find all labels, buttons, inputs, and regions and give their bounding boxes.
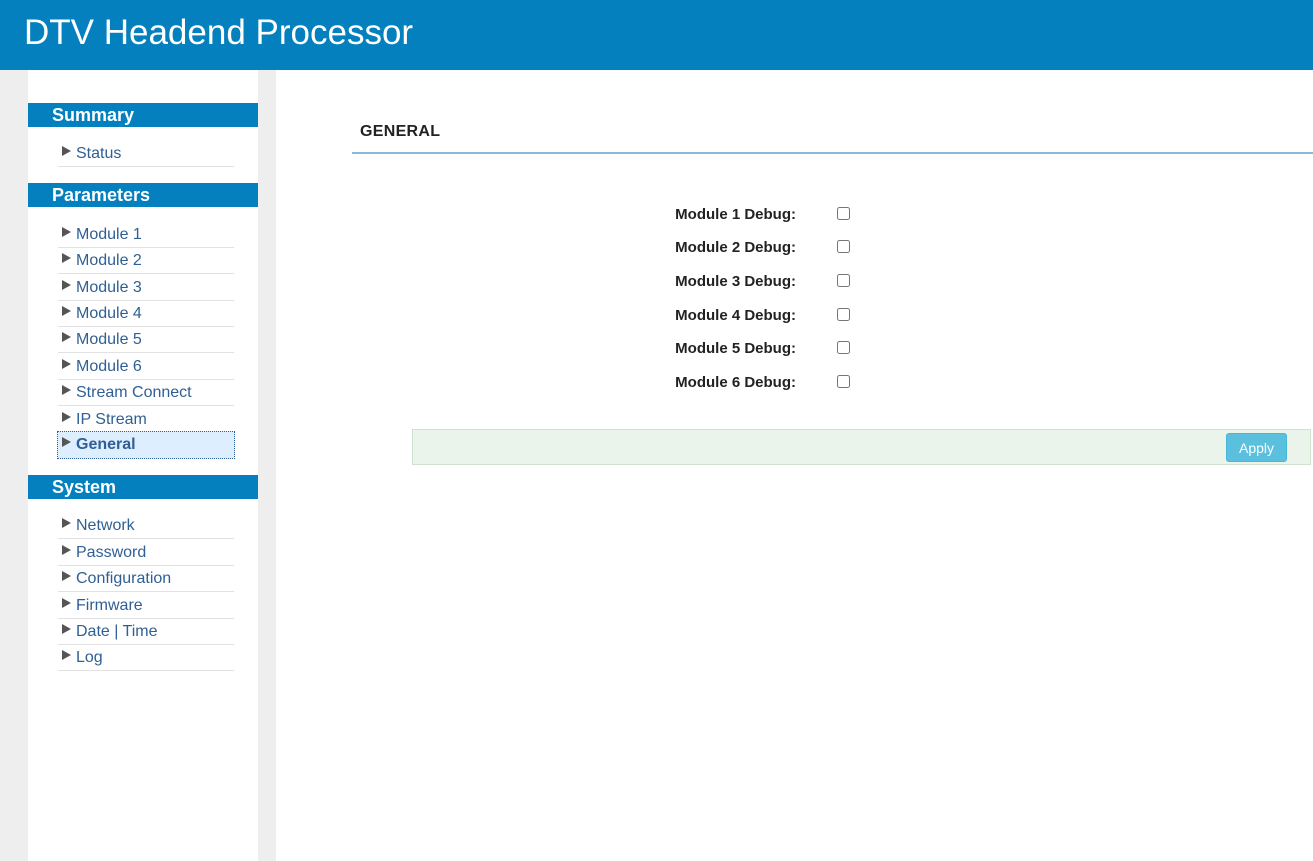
- debug-label: Module 1 Debug:: [675, 206, 796, 223]
- triangle-right-icon: [62, 306, 71, 316]
- triangle-right-icon: [62, 624, 71, 634]
- debug-row-module-5: Module 5 Debug:: [600, 338, 860, 358]
- left-gutter: [0, 70, 28, 861]
- sidebar-item-network[interactable]: Network: [58, 513, 234, 539]
- triangle-right-icon: [62, 650, 71, 660]
- sidebar-section-parameters: Parameters: [28, 183, 258, 207]
- sidebar-item-label: Module 4: [76, 305, 142, 322]
- triangle-right-icon: [62, 518, 71, 528]
- sidebar-item-label: Stream Connect: [76, 384, 192, 401]
- apply-button[interactable]: Apply: [1226, 433, 1287, 462]
- debug-label: Module 3 Debug:: [675, 273, 796, 290]
- sidebar-item-label: Module 6: [76, 358, 142, 375]
- debug-label: Module 5 Debug:: [675, 340, 796, 357]
- debug-row-module-6: Module 6 Debug:: [600, 372, 860, 392]
- sidebar-item-label: Password: [76, 544, 147, 561]
- triangle-right-icon: [62, 437, 71, 447]
- sidebar-item-label: Module 1: [76, 226, 142, 243]
- sidebar-item-module-1[interactable]: Module 1: [58, 222, 234, 248]
- module-3-debug-checkbox[interactable]: [837, 274, 850, 287]
- triangle-right-icon: [62, 571, 71, 581]
- sidebar-item-configuration[interactable]: Configuration: [58, 566, 234, 592]
- sidebar-item-log[interactable]: Log: [58, 645, 234, 671]
- sidebar-item-label: Status: [76, 145, 122, 162]
- module-2-debug-checkbox[interactable]: [837, 240, 850, 253]
- sidebar-item-module-6[interactable]: Module 6: [58, 354, 234, 380]
- sidebar-item-stream-connect[interactable]: Stream Connect: [58, 380, 234, 406]
- sidebar-item-module-3[interactable]: Module 3: [58, 275, 234, 301]
- triangle-right-icon: [62, 332, 71, 342]
- sidebar-item-firmware[interactable]: Firmware: [58, 593, 234, 619]
- module-1-debug-checkbox[interactable]: [837, 207, 850, 220]
- triangle-right-icon: [62, 146, 71, 156]
- sidebar-item-password[interactable]: Password: [58, 540, 234, 566]
- sidebar: Summary Status Parameters Module 1 Modul…: [28, 70, 258, 861]
- sidebar-item-label: Firmware: [76, 597, 143, 614]
- sidebar-item-module-2[interactable]: Module 2: [58, 248, 234, 274]
- triangle-right-icon: [62, 598, 71, 608]
- title-divider: [352, 152, 1313, 154]
- sidebar-item-ip-stream[interactable]: IP Stream: [58, 407, 234, 433]
- sidebar-item-label: Network: [76, 517, 135, 534]
- sidebar-section-system: System: [28, 475, 258, 499]
- sidebar-item-label: Module 2: [76, 252, 142, 269]
- sidebar-item-label: Date | Time: [76, 623, 158, 640]
- debug-row-module-1: Module 1 Debug:: [600, 204, 860, 224]
- triangle-right-icon: [62, 385, 71, 395]
- debug-label: Module 6 Debug:: [675, 374, 796, 391]
- module-6-debug-checkbox[interactable]: [837, 375, 850, 388]
- sidebar-item-module-5[interactable]: Module 5: [58, 327, 234, 353]
- action-bar: Apply: [412, 429, 1311, 465]
- sidebar-item-general[interactable]: General: [57, 431, 235, 459]
- debug-row-module-2: Module 2 Debug:: [600, 237, 860, 257]
- sidebar-item-status[interactable]: Status: [58, 141, 234, 167]
- sidebar-item-label: Module 5: [76, 331, 142, 348]
- debug-row-module-3: Module 3 Debug:: [600, 271, 860, 291]
- debug-label: Module 2 Debug:: [675, 239, 796, 256]
- sidebar-section-summary: Summary: [28, 103, 258, 127]
- page-title: GENERAL: [360, 123, 441, 140]
- app-title: DTV Headend Processor: [24, 13, 414, 52]
- sidebar-item-label: Log: [76, 649, 103, 666]
- sidebar-divider: [258, 70, 276, 861]
- sidebar-item-module-4[interactable]: Module 4: [58, 301, 234, 327]
- debug-label: Module 4 Debug:: [675, 307, 796, 324]
- triangle-right-icon: [62, 280, 71, 290]
- triangle-right-icon: [62, 545, 71, 555]
- module-5-debug-checkbox[interactable]: [837, 341, 850, 354]
- debug-row-module-4: Module 4 Debug:: [600, 305, 860, 325]
- module-4-debug-checkbox[interactable]: [837, 308, 850, 321]
- sidebar-item-label: Module 3: [76, 279, 142, 296]
- sidebar-item-label: IP Stream: [76, 411, 147, 428]
- sidebar-item-date-time[interactable]: Date | Time: [58, 619, 234, 645]
- sidebar-item-label: Configuration: [76, 570, 172, 587]
- triangle-right-icon: [62, 227, 71, 237]
- triangle-right-icon: [62, 359, 71, 369]
- app-header: DTV Headend Processor: [0, 0, 1313, 70]
- triangle-right-icon: [62, 412, 71, 422]
- sidebar-item-label: General: [76, 436, 136, 453]
- triangle-right-icon: [62, 253, 71, 263]
